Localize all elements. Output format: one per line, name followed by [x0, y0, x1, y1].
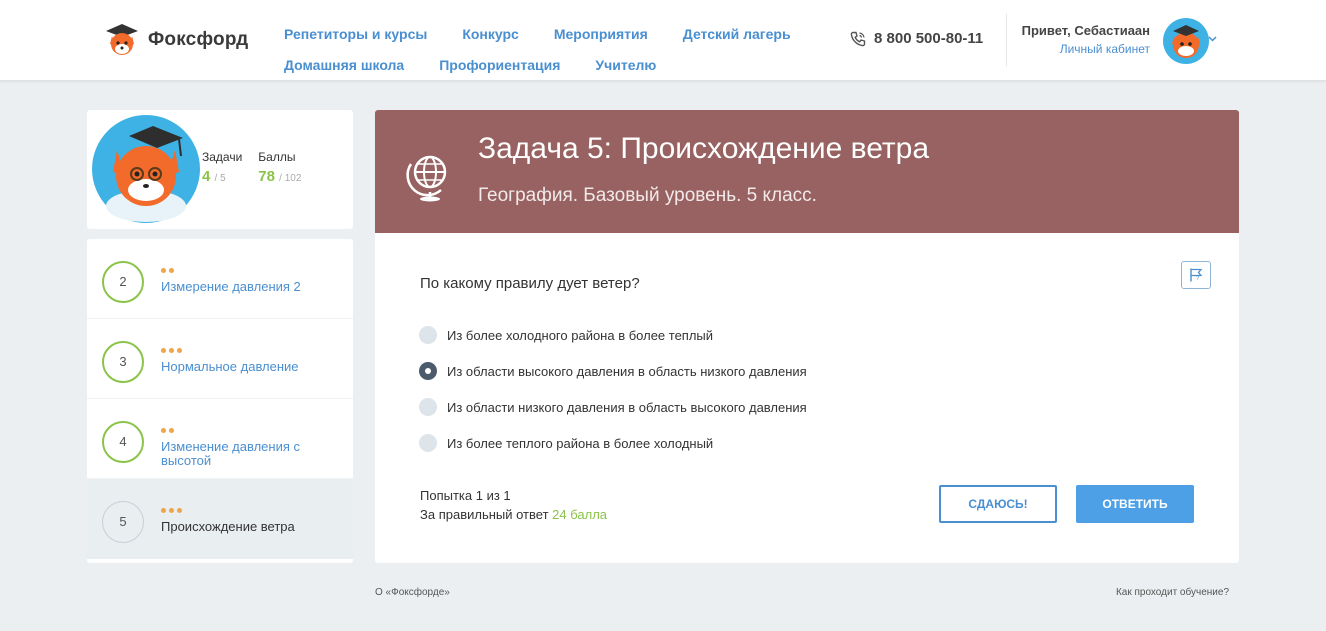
user-avatar[interactable]: [1163, 18, 1209, 64]
report-flag-button[interactable]: ?: [1181, 261, 1211, 289]
answer-option[interactable]: Из области низкого давления в область вы…: [419, 389, 807, 425]
fox-logo-icon: [106, 24, 138, 55]
footer-about-link[interactable]: О «Фоксфорде»: [375, 587, 450, 598]
task-body: ? По какому правилу дует ветер? Из более…: [375, 233, 1239, 563]
profile-card: Задачи 4 / 5 Баллы 78 / 102: [87, 110, 353, 229]
option-label: Из более холодного района в более теплый: [447, 327, 714, 343]
logo[interactable]: Фоксфорд: [104, 22, 248, 58]
user-info: Привет, Себастиаан Личный кабинет: [1022, 23, 1150, 56]
header-divider: [1006, 14, 1007, 66]
phone-icon: [850, 31, 866, 46]
task-list-item[interactable]: 2 Измерение давления 2: [87, 239, 353, 319]
task-title: Происхождение ветра: [161, 519, 295, 534]
radio-button-selected[interactable]: [419, 362, 437, 380]
task-title: Измерение давления 2: [161, 279, 301, 294]
globe-icon: [406, 155, 447, 202]
answer-button[interactable]: ОТВЕТИТЬ: [1076, 485, 1194, 523]
cabinet-link[interactable]: Личный кабинет: [1022, 42, 1150, 56]
task-number: 2: [102, 261, 144, 303]
logo-text: Фоксфорд: [148, 29, 249, 50]
nav-tutors[interactable]: Репетиторы и курсы: [284, 26, 427, 42]
top-header: Фоксфорд Репетиторы и курсы Конкурс Меро…: [0, 0, 1326, 81]
reward-points: 24 балла: [552, 507, 608, 522]
task-list-item[interactable]: 3 Нормальное давление: [87, 319, 353, 399]
answer-option[interactable]: Из более теплого района в более холодный: [419, 425, 807, 461]
task-number: 3: [102, 341, 144, 383]
option-label: Из области высокого давления в область н…: [447, 363, 807, 379]
task-header: Задача 5: Происхождение ветра География.…: [375, 110, 1239, 233]
svg-text:?: ?: [1196, 276, 1200, 282]
option-label: Из области низкого давления в область вы…: [447, 399, 807, 415]
phone-contact[interactable]: 8 800 500-80-11: [850, 30, 983, 47]
footer-how-link[interactable]: Как проходит обучение?: [1116, 587, 1229, 598]
difficulty-dots: [161, 428, 177, 433]
question-text: По какому правилу дует ветер?: [420, 275, 640, 292]
reward-info: За правильный ответ 24 балла: [420, 507, 608, 522]
answer-option[interactable]: Из области высокого давления в область н…: [419, 353, 807, 389]
answer-options: Из более холодного района в более теплый…: [419, 317, 807, 461]
radio-button[interactable]: [419, 434, 437, 452]
radio-button[interactable]: [419, 398, 437, 416]
nav-contest[interactable]: Конкурс: [462, 26, 519, 42]
nav-camp[interactable]: Детский лагерь: [683, 26, 791, 42]
attempt-info: Попытка 1 из 1 За правильный ответ 24 ба…: [420, 486, 607, 524]
task-title: Нормальное давление: [161, 359, 299, 374]
give-up-button[interactable]: СДАЮСЬ!: [939, 485, 1057, 523]
user-greeting: Привет, Себастиаан: [1021, 23, 1150, 38]
difficulty-dots: [161, 508, 185, 513]
profile-avatar: [92, 115, 200, 223]
task-title: Изменение давления с высотой: [161, 439, 300, 468]
task-list-item[interactable]: 4 Изменение давления с высотой: [87, 399, 353, 479]
difficulty-dots: [161, 268, 177, 273]
attempt-count: Попытка 1 из 1: [420, 488, 511, 503]
flag-icon: ?: [1190, 268, 1203, 282]
task-number: 4: [102, 421, 144, 463]
phone-number: 8 800 500-80-11: [874, 30, 984, 47]
profile-stats: Задачи 4 / 5 Баллы 78 / 102: [202, 150, 317, 185]
task-list-item-active[interactable]: 5 Происхождение ветра: [87, 479, 353, 559]
task-number: 5: [102, 501, 144, 543]
task-list: 2 Измерение давления 2 3 Нормальное давл…: [87, 239, 353, 563]
difficulty-dots: [161, 348, 185, 353]
nav-career[interactable]: Профориентация: [439, 57, 560, 73]
stat-points: Баллы 78 / 102: [258, 150, 302, 185]
option-label: Из более теплого района в более холодный: [447, 435, 714, 451]
chevron-down-icon[interactable]: [1208, 36, 1217, 42]
answer-option[interactable]: Из более холодного района в более теплый: [419, 317, 807, 353]
radio-button[interactable]: [419, 326, 437, 344]
nav-teacher[interactable]: Учителю: [595, 57, 656, 73]
stat-tasks: Задачи 4 / 5: [202, 150, 243, 185]
nav-events[interactable]: Мероприятия: [554, 26, 648, 42]
task-subtitle: География. Базовый уровень. 5 класс.: [478, 185, 817, 206]
main-nav: Репетиторы и курсы Конкурс Мероприятия Д…: [284, 18, 804, 80]
task-title-heading: Задача 5: Происхождение ветра: [478, 132, 930, 165]
nav-home-school[interactable]: Домашняя школа: [284, 57, 404, 73]
